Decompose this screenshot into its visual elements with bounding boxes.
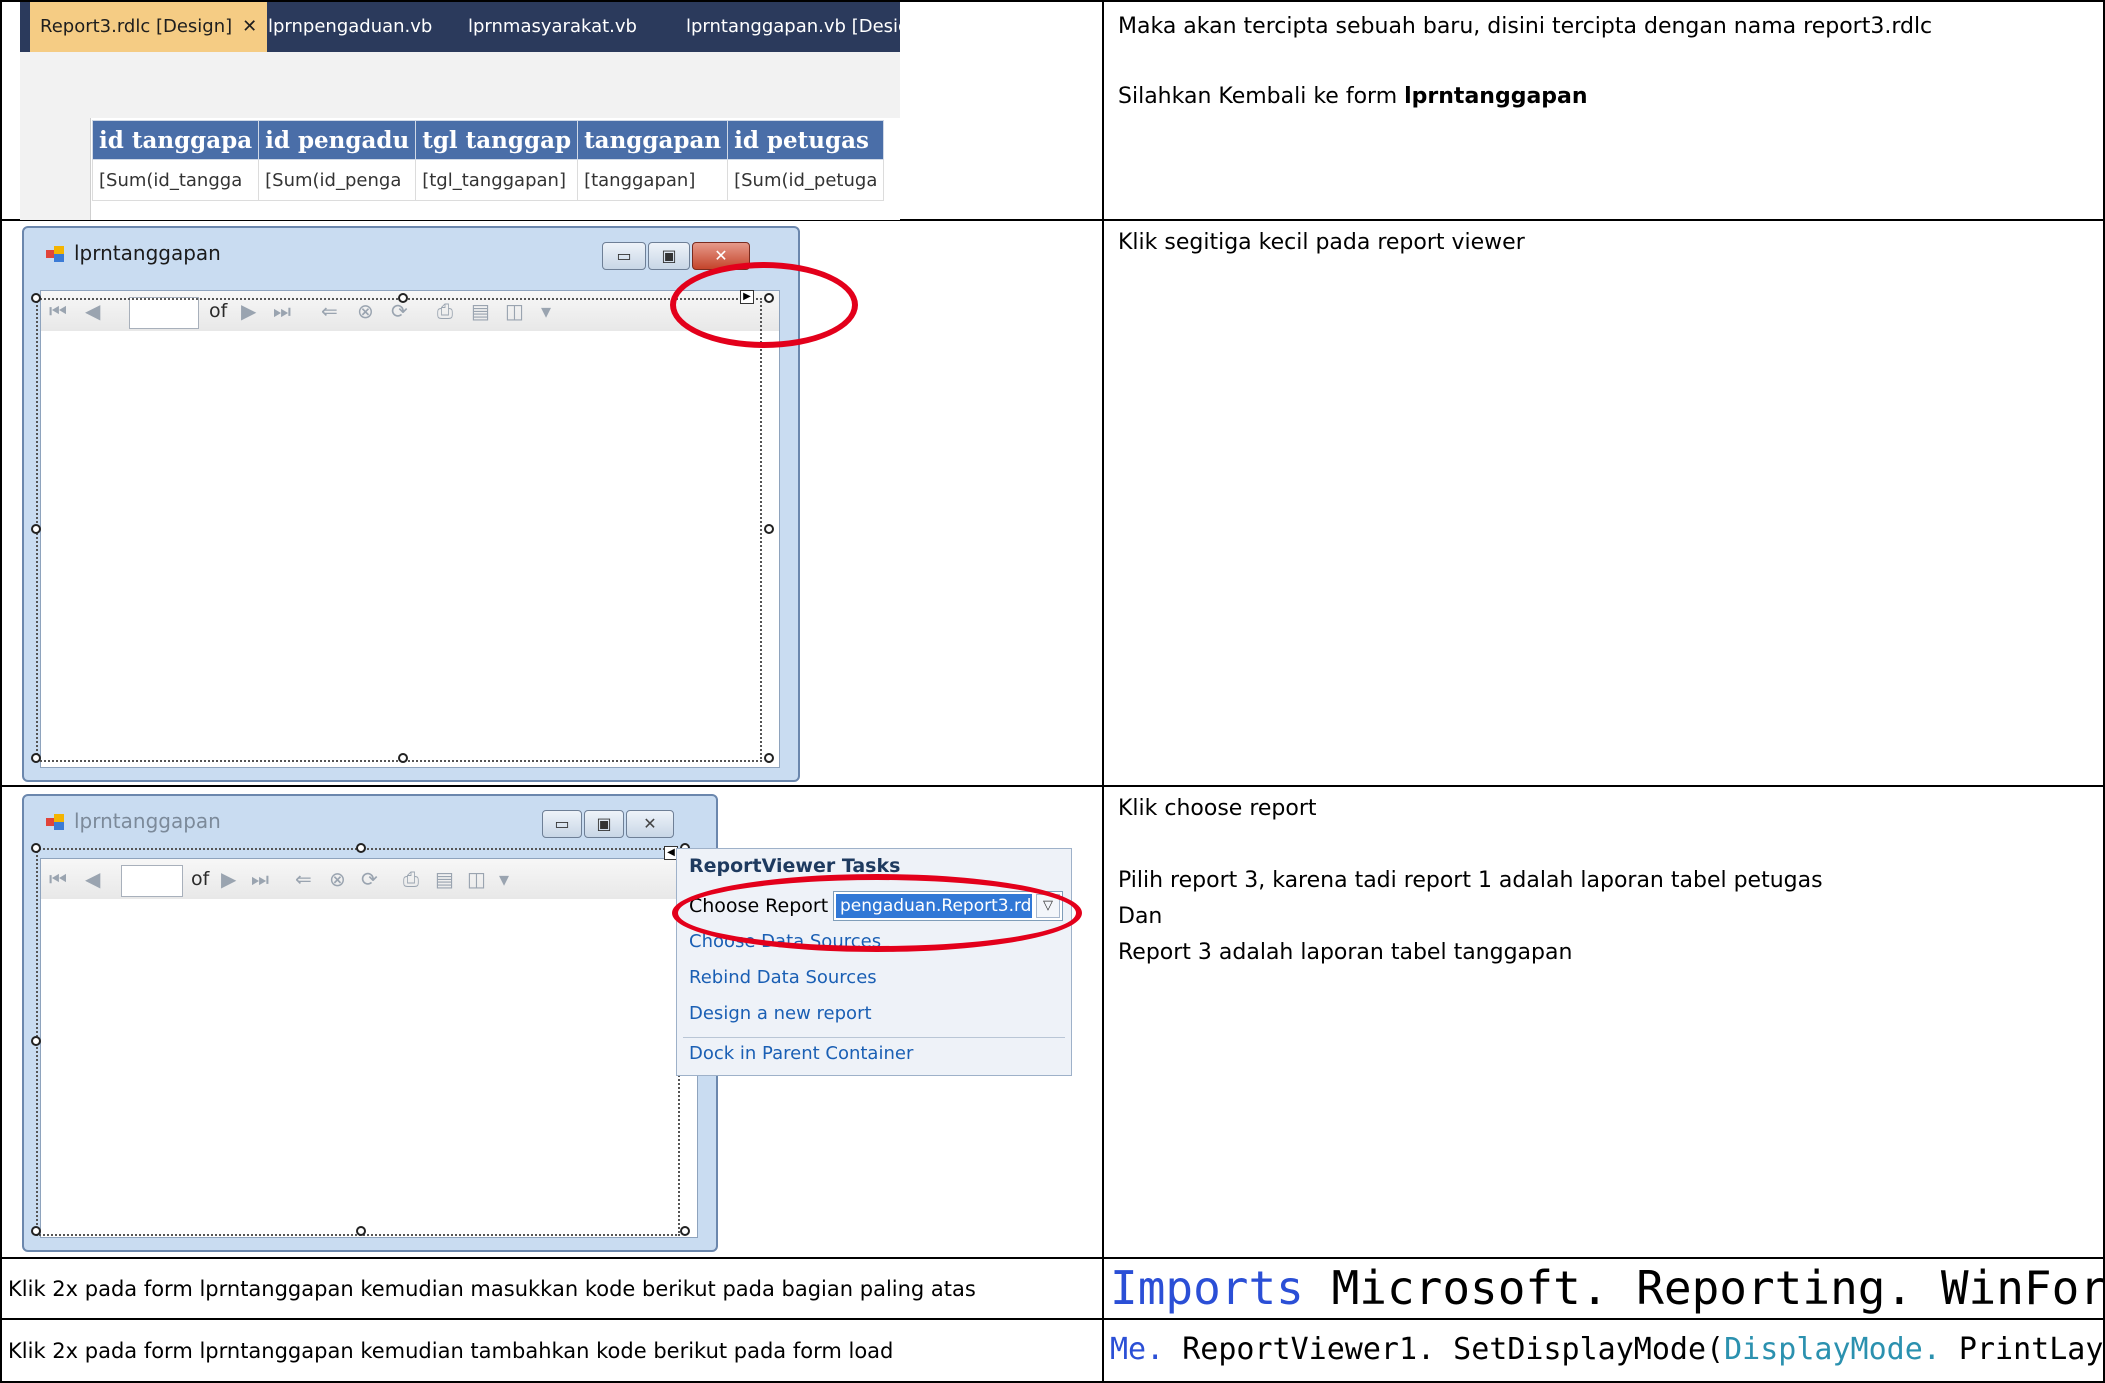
code-me: Me. — [1110, 1332, 1165, 1367]
table-cell[interactable]: [Sum(id_petuga — [727, 159, 885, 201]
tab-lprntanggapan-design[interactable]: lprntanggapan.vb [Desig — [686, 2, 900, 52]
minimize-button[interactable]: ▭ — [602, 242, 646, 270]
column-header[interactable]: tgl tanggap — [415, 120, 579, 160]
form-name: lprntanggapan — [1404, 84, 1588, 109]
highlight-circle — [670, 262, 858, 348]
maximize-icon: ▣ — [596, 814, 612, 833]
column-header[interactable]: tanggapan — [577, 120, 729, 160]
divider — [683, 1037, 1065, 1038]
table-border-left — [0, 0, 2, 1383]
window-title: lprntanggapan — [74, 809, 221, 833]
table-cell[interactable]: [tgl_tanggapan] — [415, 159, 579, 201]
design-surface: id tanggapa id pengadu tgl tanggap tangg… — [20, 52, 900, 220]
resize-handle[interactable] — [680, 1226, 690, 1236]
instruction-text: Report 3 adalah laporan tabel tanggapan — [1118, 940, 1573, 965]
tab-label: lprnmasyarakat.vb — [468, 16, 637, 37]
instruction-text: Maka akan tercipta sebuah baru, disini t… — [1118, 14, 1933, 39]
resize-handle[interactable] — [764, 524, 774, 534]
resize-handle[interactable] — [31, 524, 41, 534]
instruction-prefix: Silahkan Kembali ke form — [1118, 84, 1405, 109]
row-divider — [0, 785, 2105, 787]
tab-label: lprntanggapan.vb [Desig — [686, 16, 900, 37]
resize-handle[interactable] — [356, 843, 366, 853]
code-keyword: Imports — [1110, 1261, 1304, 1315]
tab-lprnmasyarakat[interactable]: lprnmasyarakat.vb — [468, 2, 637, 52]
minimize-button[interactable]: ▭ — [542, 810, 582, 838]
highlight-circle — [672, 874, 1082, 952]
instruction-text: Pilih report 3, karena tadi report 1 ada… — [1118, 868, 1823, 893]
minimize-icon: ▭ — [616, 246, 632, 265]
maximize-button[interactable]: ▣ — [584, 810, 624, 838]
column-header[interactable]: id petugas — [727, 120, 885, 160]
resize-handle[interactable] — [31, 1226, 41, 1236]
resize-handle[interactable] — [356, 1226, 366, 1236]
resize-handle[interactable] — [398, 753, 408, 763]
code-form-load: Me. ReportViewer1. SetDisplayMode(Displa… — [1110, 1320, 2105, 1380]
form-window-lprntanggapan: lprntanggapan ▭ ▣ ✕ ⏮ ◀ of ▶ ⏭ ⇐ ⊗ ⟳ ⎙ ▤… — [22, 794, 718, 1252]
window-titlebar: lprntanggapan ▭ ▣ ✕ — [24, 796, 716, 846]
code-call: ReportViewer1. SetDisplayMode( — [1164, 1332, 1725, 1367]
selection-frame — [36, 298, 762, 762]
instruction-text: Klik 2x pada form lprntanggapan kemudian… — [8, 1339, 894, 1363]
design-new-report-link[interactable]: Design a new report — [689, 1003, 872, 1024]
maximize-button[interactable]: ▣ — [648, 242, 690, 270]
instruction-text: Klik 2x pada form lprntanggapan kemudian… — [8, 1277, 976, 1301]
report-designer-screenshot: Report3.rdlc [Design] ✕ lprnpengaduan.vb … — [20, 2, 900, 220]
column-header[interactable]: id tanggapa — [91, 120, 260, 160]
report-table[interactable]: id tanggapa id pengadu tgl tanggap tangg… — [91, 120, 885, 201]
form-icon — [46, 814, 64, 830]
code-imports: Imports Microsoft. Reporting. WinForms — [1110, 1258, 2105, 1318]
table-cell[interactable]: [tanggapan] — [577, 159, 729, 201]
close-button[interactable]: ✕ — [626, 810, 674, 838]
resize-handle[interactable] — [764, 753, 774, 763]
instruction-text: Dan — [1118, 904, 1163, 929]
column-divider — [1102, 0, 1104, 1383]
document-tab-bar: Report3.rdlc [Design] ✕ lprnpengaduan.vb … — [20, 2, 900, 52]
selection-frame — [36, 848, 680, 1236]
table-cell[interactable]: [Sum(id_tangga — [91, 159, 260, 201]
code-namespace: Microsoft. Reporting. WinForms — [1303, 1261, 2105, 1315]
resize-handle[interactable] — [31, 753, 41, 763]
code-end: PrintLayout) — [1958, 1332, 2105, 1367]
code-type: DisplayMode. — [1724, 1332, 1941, 1367]
resize-handle[interactable] — [398, 293, 408, 303]
table-cell[interactable]: [Sum(id_penga — [258, 159, 417, 201]
tab-report3-design[interactable]: Report3.rdlc [Design] ✕ — [30, 2, 268, 52]
form-icon — [46, 246, 64, 262]
window-title: lprntanggapan — [74, 241, 221, 265]
instruction-text: Klik choose report — [1118, 796, 1317, 821]
rebind-data-sources-link[interactable]: Rebind Data Sources — [689, 967, 877, 988]
tab-label: Report3.rdlc [Design] — [40, 16, 233, 37]
close-icon: ✕ — [643, 814, 657, 833]
resize-handle[interactable] — [31, 843, 41, 853]
tab-label: lprnpengaduan.vb — [268, 16, 433, 37]
window-titlebar: lprntanggapan ▭ ▣ ✕ — [24, 228, 798, 278]
column-header[interactable]: id pengadu — [258, 120, 417, 160]
instruction-text: Klik segitiga kecil pada report viewer — [1118, 230, 1525, 255]
close-icon[interactable]: ✕ — [242, 16, 257, 37]
tab-lprnpengaduan[interactable]: lprnpengaduan.vb — [268, 2, 432, 52]
maximize-icon: ▣ — [661, 246, 677, 265]
resize-handle[interactable] — [31, 293, 41, 303]
instruction-text: Silahkan Kembali ke form lprntanggapan — [1118, 82, 1588, 112]
resize-handle[interactable] — [31, 1036, 41, 1046]
dock-in-parent-container-link[interactable]: Dock in Parent Container — [689, 1043, 913, 1064]
minimize-icon: ▭ — [554, 814, 570, 833]
